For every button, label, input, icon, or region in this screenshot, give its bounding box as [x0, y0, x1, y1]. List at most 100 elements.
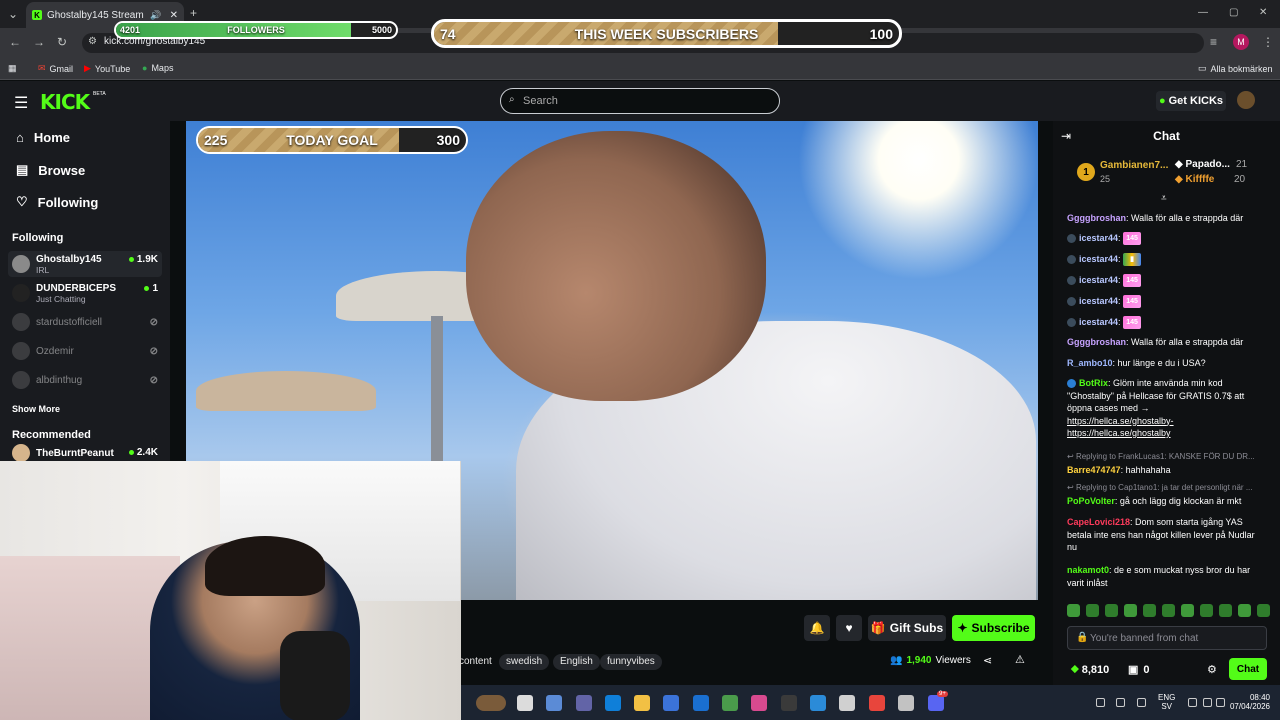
notification-bell-button[interactable]: 🔔	[804, 615, 830, 641]
site-info-icon[interactable]: ⚙	[88, 36, 97, 47]
chat-username[interactable]: Ggggbroshan	[1067, 337, 1126, 347]
chat-link[interactable]: https://hellca.se/ghostalby-	[1067, 416, 1174, 426]
sidebar-channel-ghostalby145[interactable]: Ghostalby145 IRL 1.9K	[8, 251, 162, 277]
chat-username[interactable]: CapeLovici218	[1067, 517, 1130, 527]
edge-icon[interactable]	[605, 695, 621, 711]
copilot-icon[interactable]	[546, 695, 562, 711]
security-icon[interactable]	[722, 695, 738, 711]
emote-picker-icon[interactable]	[1181, 604, 1194, 617]
explorer-icon[interactable]	[634, 695, 650, 711]
nav-home[interactable]: ⌂ Home	[16, 130, 70, 145]
discord-icon[interactable]	[928, 695, 944, 711]
sidebar-channel-theburntpeanut[interactable]: TheBurntPeanut 2.4K	[8, 444, 162, 462]
nav-following[interactable]: ♡ Following	[16, 194, 98, 210]
mic-icon[interactable]	[1137, 698, 1146, 707]
leaderboard-third[interactable]: ◆ Kiffffe	[1175, 174, 1214, 185]
emote-picker-icon[interactable]	[1162, 604, 1175, 617]
tab-list-icon[interactable]: ⌄	[8, 8, 18, 20]
chat-input[interactable]: 🔒 You're banned from chat	[1067, 626, 1267, 650]
sidebar-channel-dunderbiceps[interactable]: DUNDERBICEPS Just Chatting 1	[8, 280, 162, 306]
outlook-icon[interactable]	[693, 695, 709, 711]
chat-link[interactable]: https://hellca.se/ghostalby	[1067, 428, 1171, 438]
language-indicator[interactable]: ENG SV	[1158, 693, 1175, 711]
maximize-icon[interactable]: ▢	[1229, 7, 1238, 19]
bookmark-youtube[interactable]: ▶ YouTube	[84, 63, 130, 74]
chat-username[interactable]: BotRix	[1079, 378, 1108, 388]
chrome-dev-icon[interactable]	[898, 695, 914, 711]
onedrive-icon[interactable]	[1116, 698, 1125, 707]
emote-picker-icon[interactable]	[1219, 604, 1232, 617]
emote-picker-icon[interactable]	[1238, 604, 1251, 617]
emote-picker-icon[interactable]	[1067, 604, 1080, 617]
channel-points[interactable]: ⬥ 8,810	[1071, 663, 1109, 676]
gift-subs-button[interactable]: 🎁 Gift Subs	[868, 615, 946, 641]
apps-grid-icon[interactable]: ▦	[8, 63, 17, 74]
sidebar-channel-stardustofficiell[interactable]: stardustofficiell ⊘	[8, 309, 162, 335]
terminal-icon[interactable]	[781, 695, 797, 711]
user-avatar[interactable]	[1237, 91, 1255, 109]
emote-picker-icon[interactable]	[1200, 604, 1213, 617]
chat-username[interactable]: nakamot0	[1067, 565, 1109, 575]
wifi-icon[interactable]	[1188, 698, 1197, 707]
tag-swedish[interactable]: swedish	[499, 654, 550, 670]
photos-icon[interactable]	[810, 695, 826, 711]
sidebar-channel-albdinthug[interactable]: albdinthug ⊘	[8, 367, 162, 393]
leaderboard-second[interactable]: ◆ Papado...	[1175, 159, 1230, 170]
profile-avatar[interactable]: M	[1233, 34, 1249, 50]
chat-username[interactable]: icestar44	[1079, 296, 1118, 306]
chrome-icon[interactable]	[869, 695, 885, 711]
close-window-icon[interactable]: ✕	[1259, 7, 1267, 19]
chat-send-button[interactable]: Chat	[1229, 658, 1267, 680]
widget-icon[interactable]	[476, 695, 506, 711]
all-bookmarks[interactable]: ▭ Alla bokmärken	[1198, 63, 1273, 74]
new-tab-icon[interactable]: +	[190, 7, 197, 19]
share-icon[interactable]: ⋖	[983, 654, 992, 667]
chat-username[interactable]: icestar44	[1079, 275, 1118, 285]
emote-picker-icon[interactable]	[1257, 604, 1270, 617]
chat-username[interactable]: R_ambo10	[1067, 358, 1113, 368]
subscribe-button[interactable]: ✦ Subscribe	[952, 615, 1035, 641]
tag-english[interactable]: English	[553, 654, 600, 670]
get-kicks-button[interactable]: ● Get KICKs	[1156, 91, 1226, 111]
kick-logo[interactable]: KICK	[40, 90, 90, 114]
forward-icon[interactable]: →	[33, 36, 45, 48]
volume-icon[interactable]	[1203, 698, 1212, 707]
menu-kebab-icon[interactable]: ⋮	[1262, 36, 1274, 48]
sidebar-channel-ozdemir[interactable]: Ozdemir ⊘	[8, 338, 162, 364]
follow-heart-button[interactable]: ♥	[836, 615, 862, 641]
teams-icon[interactable]	[576, 695, 592, 711]
battery-icon[interactable]	[1216, 698, 1225, 707]
m365-icon[interactable]	[751, 695, 767, 711]
clock[interactable]: 08:40 07/04/2026	[1226, 693, 1270, 711]
taskview-icon[interactable]	[517, 695, 533, 711]
tag-funnyvibes[interactable]: funnyvibes	[600, 654, 662, 670]
chat-username[interactable]: Barre474747	[1067, 465, 1121, 475]
chat-username[interactable]: icestar44	[1079, 317, 1118, 327]
chat-username[interactable]: icestar44	[1079, 233, 1118, 243]
speaker-icon[interactable]: 🔊	[150, 10, 161, 21]
emote-picker-icon[interactable]	[1124, 604, 1137, 617]
chat-username[interactable]: icestar44	[1079, 254, 1118, 264]
chat-username[interactable]: PoPoVolter	[1067, 496, 1115, 506]
reload-icon[interactable]: ↻	[57, 36, 67, 48]
close-tab-icon[interactable]: ✕	[170, 10, 178, 21]
leaderboard-top-name[interactable]: Gambianen7...	[1100, 160, 1168, 171]
expand-leaderboard-icon[interactable]: ⩡	[1161, 193, 1167, 204]
chevron-up-icon[interactable]	[1096, 698, 1105, 707]
bookmark-gmail[interactable]: ✉ Gmail	[38, 63, 73, 74]
hamburger-menu-icon[interactable]: ☰	[14, 93, 28, 113]
bookmark-maps[interactable]: ● Maps	[142, 63, 173, 73]
sniptool-icon[interactable]	[839, 695, 855, 711]
chests[interactable]: ▣ 0	[1128, 663, 1150, 677]
emote-picker-icon[interactable]	[1086, 604, 1099, 617]
chat-username[interactable]: Ggggbroshan	[1067, 213, 1126, 223]
media-icon[interactable]: ≡	[1210, 36, 1217, 48]
search-input[interactable]: ⌕ Search	[500, 88, 780, 114]
nav-browse[interactable]: ▤ Browse	[16, 162, 85, 178]
minimize-icon[interactable]: —	[1198, 7, 1208, 19]
chat-settings-gear-icon[interactable]: ⚙	[1207, 663, 1217, 676]
emote-picker-icon[interactable]	[1143, 604, 1156, 617]
store-icon[interactable]	[663, 695, 679, 711]
back-icon[interactable]: ←	[9, 36, 21, 48]
report-icon[interactable]: ⚠	[1015, 653, 1025, 666]
